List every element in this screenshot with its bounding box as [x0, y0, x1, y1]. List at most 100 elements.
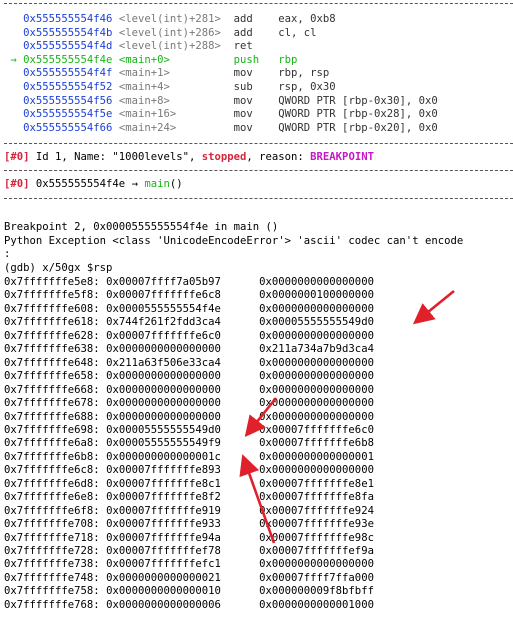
memory-value: 0x00005555555549d0 [106, 423, 260, 436]
memory-address: 0x7fffffffe718: [4, 531, 107, 544]
memory-value: 0x000000000000001c [106, 450, 260, 463]
instruction-operands: QWORD PTR [rbp-0x28], 0x0 [278, 108, 438, 121]
memory-row: 0x7fffffffe5e8: 0x00007ffff7a05b97 0x000… [4, 276, 374, 289]
memory-value: 0x00007fffffffefc1 [106, 558, 260, 571]
memory-value: 0x00007fffffffe98c [259, 531, 374, 544]
memory-value: 0x00007fffffffe6c0 [106, 329, 260, 342]
memory-value: 0x000000009f8bfbff [259, 585, 374, 598]
memory-address: 0x7fffffffe5f8: [4, 289, 107, 302]
memory-address: 0x7fffffffe6f8: [4, 504, 107, 517]
instruction-symbol: <level(int)+281> [118, 13, 234, 25]
memory-row: 0x7fffffffe6c8: 0x00007fffffffe893 0x000… [4, 464, 374, 477]
instruction-marker [4, 122, 23, 134]
separator-line [4, 198, 513, 199]
memory-address: 0x7fffffffe618: [4, 316, 107, 329]
memory-value: 0x00005555555549f9 [106, 437, 260, 450]
instruction-symbol: <main+16> [118, 108, 234, 121]
annotation-arrow [412, 289, 455, 325]
memory-row: 0x7fffffffe608: 0x0000555555554f4e 0x000… [4, 303, 374, 316]
trace-frame: [#0] 0x555555554f4e → main() [4, 178, 183, 191]
instruction-line: 0x555555554f4d <level(int)+288> ret [4, 40, 278, 53]
instruction-symbol: <level(int)+288> [118, 40, 234, 53]
instruction-marker [4, 95, 23, 107]
memory-address: 0x7fffffffe678: [4, 397, 107, 410]
memory-row: 0x7fffffffe6a8: 0x00005555555549f9 0x000… [4, 437, 374, 450]
memory-value: 0x00007fffffffe6b8 [259, 437, 374, 450]
memory-value: 0x211a734a7b9d3ca4 [259, 343, 374, 356]
memory-value: 0x0000000000001000 [259, 598, 374, 611]
memory-address: 0x7fffffffe738: [4, 558, 107, 571]
memory-address: 0x7fffffffe768: [4, 598, 107, 611]
memory-row: 0x7fffffffe698: 0x00005555555549d0 0x000… [4, 424, 374, 437]
memory-value: 0x0000000000000010 [106, 585, 260, 598]
memory-value: 0x0000000000000021 [106, 571, 260, 584]
instruction-address: 0x555555554f4e [23, 53, 119, 66]
instruction-symbol: <main+24> [118, 121, 234, 134]
memory-row: 0x7fffffffe6e8: 0x00007fffffffe8f2 0x000… [4, 491, 374, 504]
memory-value: 0x00007fffffffe93e [259, 518, 374, 531]
memory-value: 0x0000000000000000 [106, 370, 260, 383]
current-instruction-marker: → [4, 53, 24, 66]
instruction-opcode: mov [233, 94, 279, 107]
thread-info: Id 1, Name: "1000levels", [29, 151, 202, 163]
memory-address: 0x7fffffffe708: [4, 518, 107, 531]
instruction-symbol: <main+8> [118, 94, 234, 107]
memory-value: 0x0000000000000000 [259, 370, 374, 383]
memory-address: 0x7fffffffe6c8: [4, 464, 107, 477]
instruction-marker [4, 13, 23, 25]
instruction-operands: rbp, rsp [278, 67, 330, 80]
gdb-terminal[interactable]: 0x555555554f46 <level(int)+281> add eax,… [0, 0, 513, 630]
stop-reason: BREAKPOINT [310, 151, 374, 163]
memory-value: 0x0000000000000006 [106, 598, 260, 611]
instruction-address: 0x555555554f4d [23, 40, 119, 53]
memory-row: 0x7fffffffe6d8: 0x00007fffffffe8c1 0x000… [4, 478, 374, 491]
memory-value: 0x0000000000000000 [259, 302, 374, 315]
instruction-address: 0x555555554f52 [23, 81, 119, 93]
current-instruction: → 0x555555554f4e <main+0> push rbp [4, 54, 297, 67]
memory-address: 0x7fffffffe748: [4, 571, 107, 584]
instruction-operands: cl, cl [278, 26, 317, 39]
memory-value: 0x0000000000000000 [259, 410, 374, 423]
memory-address: 0x7fffffffe6b8: [4, 450, 107, 463]
instruction-symbol: <main+1> [118, 67, 234, 80]
instruction-line: 0x555555554f46 <level(int)+281> add eax,… [4, 13, 336, 26]
instruction-operands: rbp [278, 53, 298, 66]
instruction-marker [4, 67, 23, 79]
memory-address: 0x7fffffffe608: [4, 302, 107, 315]
memory-row: 0x7fffffffe638: 0x0000000000000000 0x211… [4, 343, 374, 356]
memory-address: 0x7fffffffe668: [4, 383, 107, 396]
instruction-opcode: mov [233, 108, 279, 121]
breakpoint-message: Breakpoint 2, 0x0000555555554f4e in main… [4, 221, 279, 233]
instruction-operands: QWORD PTR [rbp-0x20], 0x0 [278, 121, 438, 134]
memory-value: 0x0000000000000000 [259, 329, 374, 342]
instruction-symbol: <main+0> [118, 53, 234, 66]
memory-address: 0x7fffffffe6d8: [4, 477, 107, 490]
memory-row: 0x7fffffffe6b8: 0x000000000000001c 0x000… [4, 451, 374, 464]
thread-state: stopped [201, 151, 247, 163]
memory-value: 0x00007fffffffef9a [259, 545, 374, 557]
separator-line [4, 3, 513, 4]
memory-value: 0x00007ffff7ffa000 [259, 571, 374, 584]
memory-row: 0x7fffffffe708: 0x00007fffffffe933 0x000… [4, 518, 374, 531]
instruction-line: 0x555555554f4f <main+1> mov rbp, rsp [4, 67, 329, 80]
instruction-opcode: sub [233, 81, 279, 93]
memory-value: 0x00007fffffffe924 [259, 504, 374, 517]
gdb-prompt[interactable]: (gdb) x/50gx $rsp [4, 262, 112, 275]
memory-row: 0x7fffffffe678: 0x0000000000000000 0x000… [4, 397, 374, 410]
memory-value: 0x00007fffffffe94a [106, 531, 260, 544]
instruction-address: 0x555555554f4f [23, 67, 119, 80]
memory-value: 0x0000000000000000 [106, 397, 260, 410]
separator-line [4, 170, 513, 171]
memory-row: 0x7fffffffe658: 0x0000000000000000 0x000… [4, 370, 374, 383]
instruction-opcode: mov [233, 67, 279, 80]
memory-address: 0x7fffffffe6e8: [4, 491, 107, 504]
memory-address: 0x7fffffffe728: [4, 545, 107, 557]
instruction-operands: rsp, 0x30 [278, 81, 336, 93]
instruction-marker [4, 108, 23, 120]
memory-value: 0x0000000000000000 [106, 343, 260, 356]
memory-address: 0x7fffffffe5e8: [4, 276, 107, 288]
memory-value: 0x0000000000000001 [259, 450, 374, 463]
memory-value: 0x00007fffffffe919 [106, 504, 260, 517]
thread-status: [#0] Id 1, Name: "1000levels", stopped, … [4, 151, 374, 164]
memory-row: 0x7fffffffe688: 0x0000000000000000 0x000… [4, 411, 374, 424]
